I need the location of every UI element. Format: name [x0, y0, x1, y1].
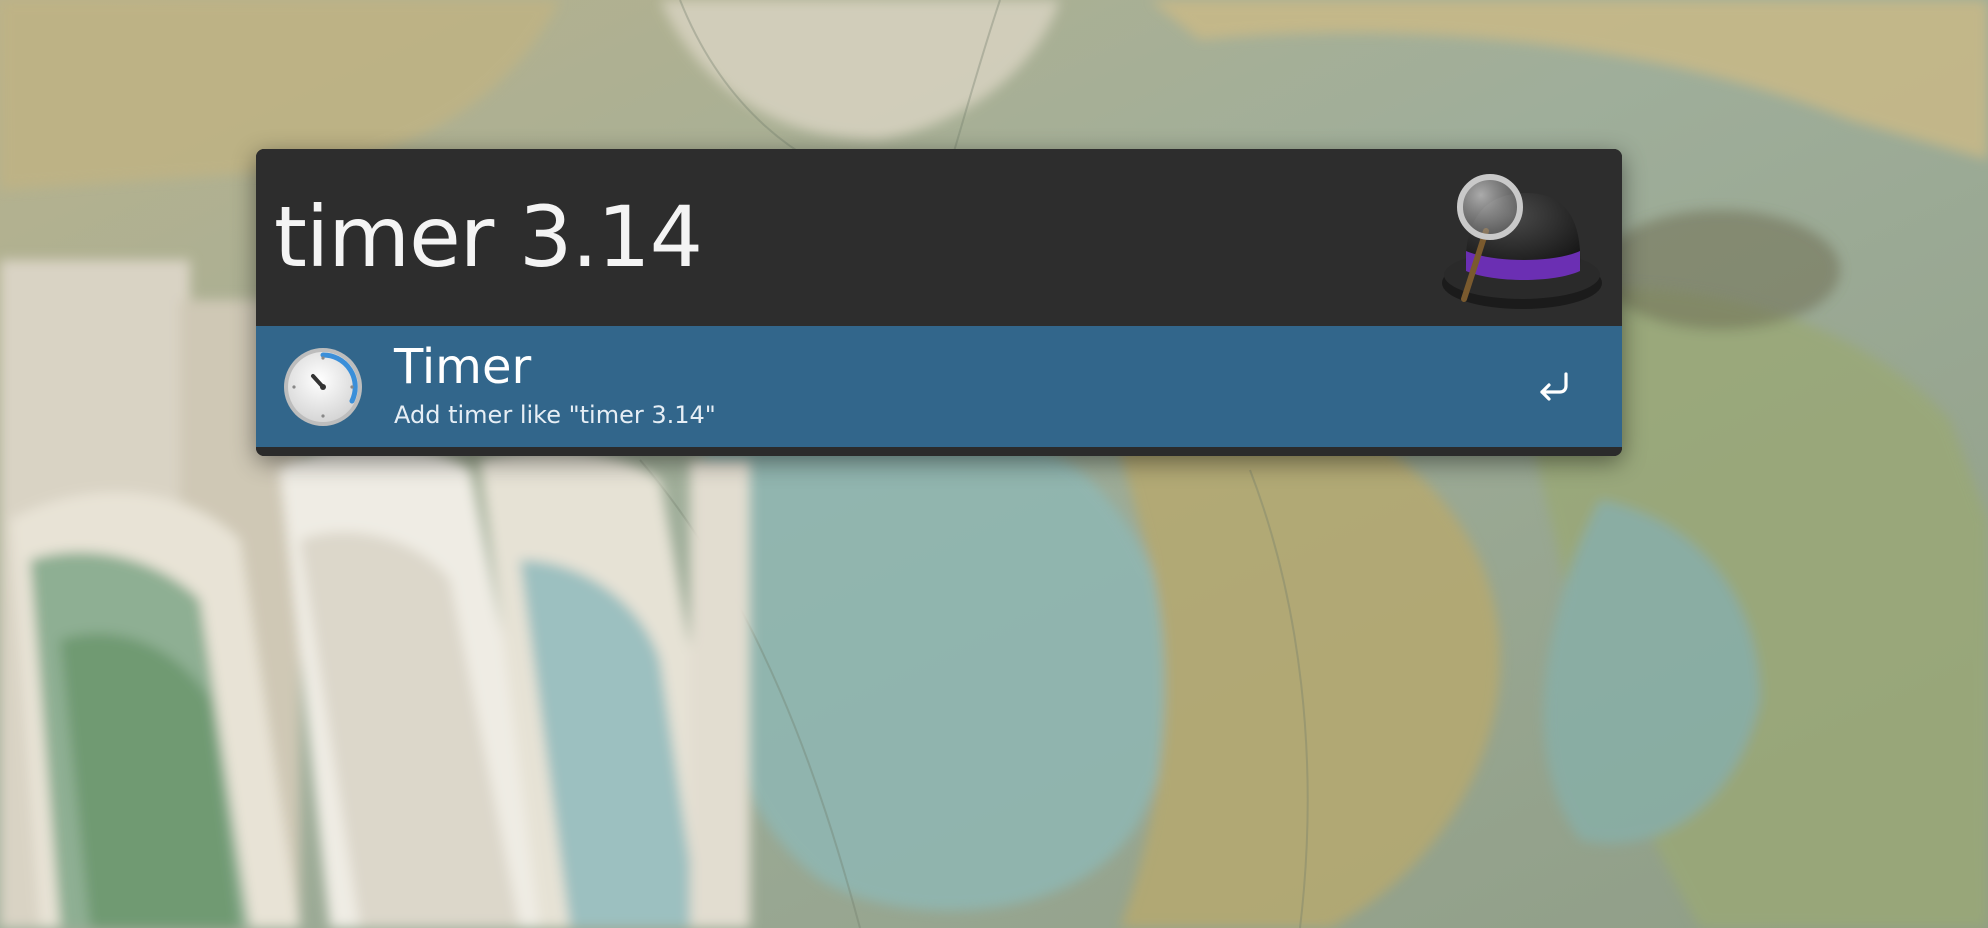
query-bar — [256, 149, 1622, 326]
wallpaper-map-books — [0, 0, 1988, 928]
result-title: Timer — [394, 339, 532, 395]
alfred-hat-icon — [1442, 174, 1602, 309]
desktop: Timer Add timer like "timer 3.14" — [0, 0, 1988, 928]
result-row-timer[interactable]: Timer Add timer like "timer 3.14" — [256, 326, 1622, 447]
return-key-icon — [1540, 372, 1568, 401]
search-input[interactable] — [274, 187, 1374, 287]
timer-icon — [284, 348, 362, 426]
window-bottom-edge — [256, 447, 1622, 456]
alfred-launcher-window: Timer Add timer like "timer 3.14" — [256, 149, 1622, 456]
result-subtitle: Add timer like "timer 3.14" — [394, 401, 716, 429]
